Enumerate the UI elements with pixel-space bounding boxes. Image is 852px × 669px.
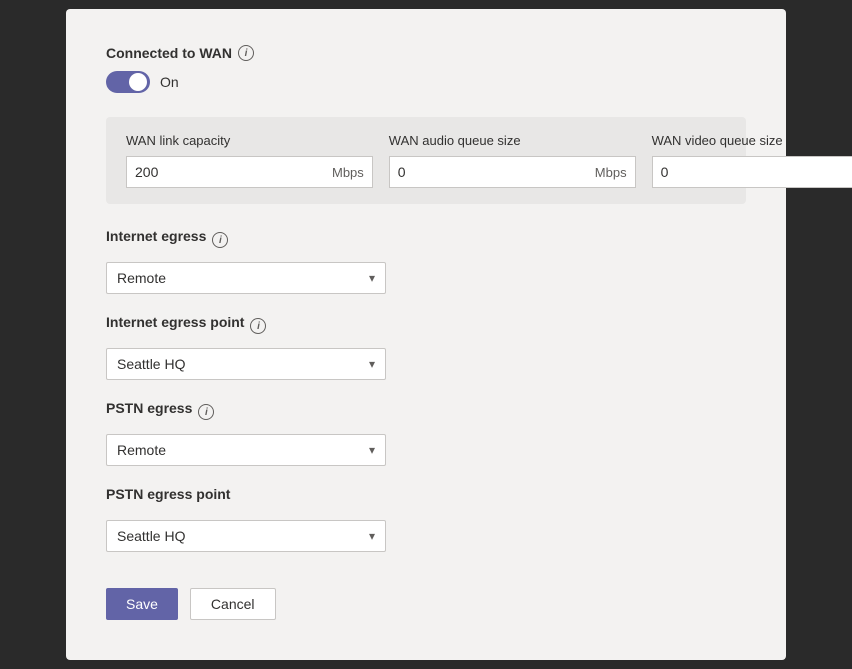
internet-egress-chevron-icon: ▾	[369, 271, 375, 285]
internet-egress-label: Internet egress	[106, 228, 206, 244]
wan-audio-queue-field: WAN audio queue size Mbps	[389, 133, 636, 188]
internet-egress-point-header: Internet egress point i	[106, 314, 746, 338]
pstn-egress-point-label: PSTN egress point	[106, 486, 230, 502]
wan-link-capacity-input[interactable]	[126, 156, 324, 188]
wan-video-queue-field: WAN video queue size Mbps	[652, 133, 852, 188]
pstn-egress-info-icon[interactable]: i	[198, 404, 214, 420]
wan-link-capacity-input-row: Mbps	[126, 156, 373, 188]
wan-audio-queue-input[interactable]	[389, 156, 587, 188]
wan-video-queue-input[interactable]	[652, 156, 850, 188]
internet-egress-section: Internet egress i Remote ▾	[106, 228, 746, 294]
cancel-button[interactable]: Cancel	[190, 588, 276, 620]
internet-egress-point-info-icon[interactable]: i	[250, 318, 266, 334]
pstn-egress-selected: Remote	[117, 442, 166, 458]
pstn-egress-section: PSTN egress i Remote ▾	[106, 400, 746, 466]
connected-to-wan-label: Connected to WAN	[106, 45, 232, 61]
internet-egress-point-chevron-icon: ▾	[369, 357, 375, 371]
pstn-egress-point-selected: Seattle HQ	[117, 528, 185, 544]
internet-egress-point-dropdown[interactable]: Seattle HQ ▾	[106, 348, 386, 380]
internet-egress-selected: Remote	[117, 270, 166, 286]
connected-to-wan-header: Connected to WAN i	[106, 45, 746, 61]
internet-egress-header: Internet egress i	[106, 228, 746, 252]
save-button[interactable]: Save	[106, 588, 178, 620]
pstn-egress-point-header: PSTN egress point	[106, 486, 746, 510]
wan-audio-queue-label: WAN audio queue size	[389, 133, 636, 148]
pstn-egress-dropdown[interactable]: Remote ▾	[106, 434, 386, 466]
wan-link-capacity-field: WAN link capacity Mbps	[126, 133, 373, 188]
pstn-egress-label: PSTN egress	[106, 400, 192, 416]
wan-panel: WAN link capacity Mbps WAN audio queue s…	[106, 117, 746, 204]
connected-to-wan-info-icon[interactable]: i	[238, 45, 254, 61]
internet-egress-point-label: Internet egress point	[106, 314, 244, 330]
wan-audio-queue-unit: Mbps	[587, 156, 636, 188]
toggle-label: On	[160, 74, 179, 90]
toggle-row: On	[106, 71, 746, 93]
button-row: Save Cancel	[106, 588, 746, 620]
wan-link-capacity-unit: Mbps	[324, 156, 373, 188]
toggle-knob	[129, 73, 147, 91]
pstn-egress-point-chevron-icon: ▾	[369, 529, 375, 543]
internet-egress-point-selected: Seattle HQ	[117, 356, 185, 372]
wan-video-queue-input-row: Mbps	[652, 156, 852, 188]
internet-egress-info-icon[interactable]: i	[212, 232, 228, 248]
network-settings-modal: Connected to WAN i On WAN link capacity …	[66, 9, 786, 660]
internet-egress-dropdown[interactable]: Remote ▾	[106, 262, 386, 294]
wan-link-capacity-label: WAN link capacity	[126, 133, 373, 148]
internet-egress-point-section: Internet egress point i Seattle HQ ▾	[106, 314, 746, 380]
pstn-egress-chevron-icon: ▾	[369, 443, 375, 457]
pstn-egress-header: PSTN egress i	[106, 400, 746, 424]
pstn-egress-point-section: PSTN egress point Seattle HQ ▾	[106, 486, 746, 552]
wan-toggle[interactable]	[106, 71, 150, 93]
wan-audio-queue-input-row: Mbps	[389, 156, 636, 188]
pstn-egress-point-dropdown[interactable]: Seattle HQ ▾	[106, 520, 386, 552]
wan-video-queue-label: WAN video queue size	[652, 133, 852, 148]
